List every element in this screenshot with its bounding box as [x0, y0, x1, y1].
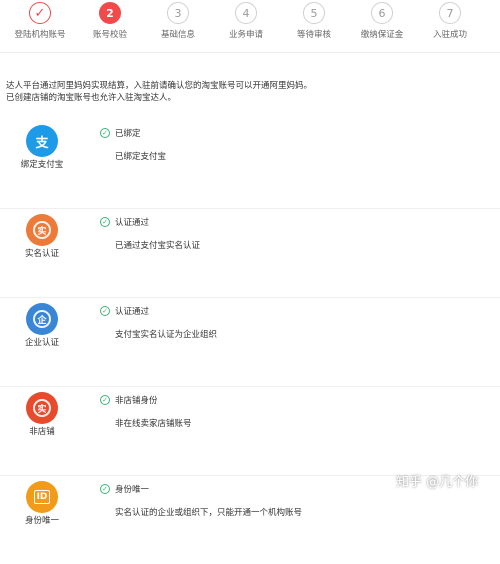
check-desc: 实名认证的企业或组织下，只能开通一个机构账号 [115, 508, 303, 518]
verification-list: 支 绑定支付宝 ✓ 已绑定 已绑定支付宝 实 实名认证 ✓ 认证通过 已通过支付… [0, 120, 500, 564]
check-status: 认证通过 [115, 307, 150, 317]
step-check-icon: ✓ [29, 2, 51, 24]
step-label: 业务申请 [228, 30, 263, 40]
check-desc: 已通过支付宝实名认证 [115, 241, 201, 251]
step-label: 缴纳保证金 [360, 30, 404, 40]
step-number: 6 [371, 2, 393, 24]
zhihu-watermark: 知乎 @几个你 [396, 475, 479, 490]
step-number: 2 [99, 2, 121, 24]
unique-id-icon: ID [26, 481, 58, 513]
check-desc: 已绑定支付宝 [115, 152, 167, 162]
step-number: 3 [167, 2, 189, 24]
check-circle-icon: ✓ [100, 306, 110, 316]
check-status: 非店铺身份 [115, 396, 158, 406]
check-circle-icon: ✓ [100, 395, 110, 405]
check-name: 非店铺 [29, 427, 55, 437]
check-circle-icon: ✓ [100, 217, 110, 227]
check-name: 身份唯一 [24, 516, 59, 526]
alipay-icon: 支 [26, 125, 58, 157]
step-login: ✓ 登陆机构账号 [5, 0, 75, 40]
nonshop-icon: 实 [26, 392, 58, 424]
check-name: 绑定支付宝 [20, 160, 64, 170]
realname-icon: 实 [26, 214, 58, 246]
step-label: 账号校验 [92, 30, 127, 40]
check-status: 认证通过 [115, 218, 150, 228]
check-non-shop: 实 非店铺 ✓ 非店铺身份 非在线卖家店铺账号 [0, 387, 500, 476]
check-enterprise: 企 企业认证 ✓ 认证通过 支付宝实名认证为企业组织 [0, 298, 500, 387]
check-name: 实名认证 [24, 249, 59, 259]
step-number: 4 [235, 2, 257, 24]
step-label: 基础信息 [160, 30, 195, 40]
step-basic-info: 3 基础信息 [143, 0, 213, 40]
progress-stepper: ✓ 登陆机构账号 2 账号校验 3 基础信息 4 业务申请 5 等待审核 6 缴… [0, 0, 500, 53]
enterprise-icon: 企 [26, 303, 58, 335]
check-status: 已绑定 [115, 129, 141, 139]
step-label: 入驻成功 [432, 30, 467, 40]
step-number: 7 [439, 2, 461, 24]
check-circle-icon: ✓ [100, 484, 110, 494]
step-label: 等待审核 [296, 30, 331, 40]
step-success: 7 入驻成功 [415, 0, 485, 40]
check-desc: 非在线卖家店铺账号 [115, 419, 192, 429]
intro-line: 达人平台通过阿里妈妈实现结算，入驻前请确认您的淘宝账号可以开通阿里妈妈。 [6, 81, 313, 91]
check-status: 身份唯一 [115, 485, 150, 495]
intro-line: 已创建店铺的淘宝账号也允许入驻淘宝达人。 [6, 93, 177, 103]
intro-notice: 达人平台通过阿里妈妈实现结算，入驻前请确认您的淘宝账号可以开通阿里妈妈。 已创建… [6, 80, 426, 104]
check-alipay-binding: 支 绑定支付宝 ✓ 已绑定 已绑定支付宝 [0, 120, 500, 209]
check-circle-icon: ✓ [100, 128, 110, 138]
step-review: 5 等待审核 [279, 0, 349, 40]
step-business-apply: 4 业务申请 [211, 0, 281, 40]
check-name: 企业认证 [24, 338, 59, 348]
step-deposit: 6 缴纳保证金 [347, 0, 417, 40]
check-realname: 实 实名认证 ✓ 认证通过 已通过支付宝实名认证 [0, 209, 500, 298]
check-desc: 支付宝实名认证为企业组织 [115, 330, 218, 340]
step-number: 5 [303, 2, 325, 24]
step-label: 登陆机构账号 [14, 30, 66, 40]
step-account-verify: 2 账号校验 [75, 0, 145, 40]
